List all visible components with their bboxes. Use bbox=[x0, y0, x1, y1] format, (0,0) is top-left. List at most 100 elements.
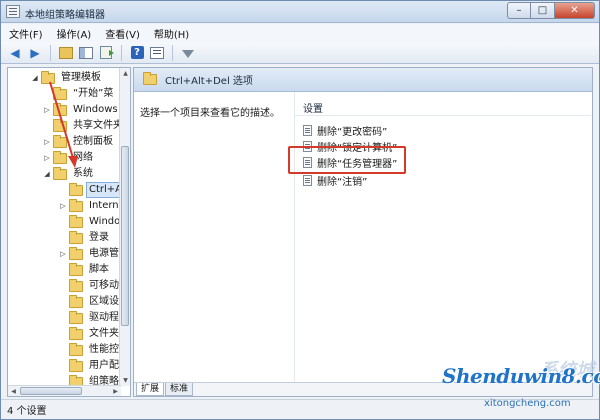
toolbar-separator bbox=[172, 44, 173, 61]
tree-expander-icon[interactable]: ▷ bbox=[42, 154, 52, 162]
minimize-button[interactable]: – bbox=[507, 2, 531, 19]
scroll-right-arrow-icon[interactable]: ▶ bbox=[110, 386, 121, 396]
folder-icon bbox=[69, 182, 83, 196]
scroll-thumb[interactable] bbox=[121, 146, 129, 326]
tree-item[interactable]: ▷ 电源管 bbox=[58, 246, 122, 262]
folder-icon bbox=[69, 310, 83, 324]
tree-item-label: 电源管 bbox=[89, 248, 119, 259]
filter-button[interactable] bbox=[180, 45, 196, 61]
tree-expander-icon[interactable]: ◢ bbox=[30, 74, 40, 82]
up-folder-icon bbox=[59, 46, 73, 59]
scroll-up-arrow-icon[interactable]: ▲ bbox=[120, 68, 130, 79]
status-text: 4 个设置 bbox=[7, 406, 47, 417]
tree-item[interactable]: ▷ 网络 bbox=[42, 150, 96, 166]
tree-item[interactable]: ◢ 管理模板 bbox=[30, 70, 104, 86]
folder-icon bbox=[53, 118, 67, 132]
folder-icon bbox=[143, 72, 157, 85]
show-hide-tree-button[interactable] bbox=[78, 45, 94, 61]
tree-item[interactable]: 登录 bbox=[58, 230, 112, 246]
maximize-button[interactable]: □ bbox=[531, 2, 555, 19]
tree-item-label: 系统 bbox=[73, 168, 93, 179]
tree-expander-icon[interactable]: ▷ bbox=[58, 202, 68, 210]
details-pane: Ctrl+Alt+Del 选项 选择一个项目来查看它的描述。 设置 删除“更改密… bbox=[133, 67, 593, 397]
help-icon: ? bbox=[130, 46, 144, 59]
menu-file[interactable]: 文件(F) bbox=[9, 26, 43, 41]
tab-extended[interactable]: 扩展 bbox=[136, 383, 165, 396]
settings-list: 设置 删除“更改密码” 删除“锁定计算机” 删除“任务管理器” 删除“注销” bbox=[294, 92, 592, 392]
up-folder-button[interactable] bbox=[58, 45, 74, 61]
close-button[interactable]: ✕ bbox=[555, 2, 595, 19]
watermark-sub-text: xitongcheng.com bbox=[484, 398, 571, 409]
folder-icon bbox=[53, 102, 67, 116]
tree-item-label: 控制面板 bbox=[73, 136, 113, 147]
tree-item[interactable]: ▷ Intern bbox=[58, 198, 122, 214]
setting-remove-change-password[interactable]: 删除“更改密码” bbox=[303, 122, 387, 138]
site-watermark: 系统城 Shenduwin8.com xitongcheng.com bbox=[430, 354, 600, 418]
watermark-main-text: Shenduwin8.com bbox=[442, 364, 600, 388]
back-arrow-icon[interactable]: ◀ bbox=[7, 45, 23, 61]
tree-item[interactable]: ▷ Windows bbox=[42, 102, 121, 118]
properties-icon bbox=[150, 46, 164, 59]
setting-remove-logoff[interactable]: 删除“注销” bbox=[303, 172, 367, 188]
tree-item[interactable]: 驱动程 bbox=[58, 310, 122, 326]
properties-button[interactable] bbox=[149, 45, 165, 61]
scroll-left-arrow-icon[interactable]: ◀ bbox=[8, 386, 19, 396]
tree-item[interactable]: 区域设 bbox=[58, 294, 122, 310]
forward-arrow-icon[interactable]: ▶ bbox=[27, 45, 43, 61]
tree-expander-icon[interactable]: ◢ bbox=[42, 170, 52, 178]
tree-item-label: 管理模板 bbox=[61, 72, 101, 83]
tree-item-label: 可移动 bbox=[89, 280, 119, 291]
tree-item[interactable]: 文件夹 bbox=[58, 326, 122, 342]
tree-item[interactable]: 用户配 bbox=[58, 358, 122, 374]
tree-item[interactable]: Ctrl+A bbox=[58, 182, 126, 198]
tree-item-label: 性能控 bbox=[89, 344, 119, 355]
folder-icon bbox=[69, 214, 83, 228]
app-icon bbox=[6, 5, 20, 18]
folder-icon bbox=[69, 198, 83, 212]
folder-icon bbox=[53, 86, 67, 100]
menu-help[interactable]: 帮助(H) bbox=[154, 26, 189, 41]
tab-standard[interactable]: 标准 bbox=[165, 383, 194, 396]
tree-item-label: “开始”菜 bbox=[73, 88, 114, 99]
folder-icon bbox=[69, 358, 83, 372]
folder-icon bbox=[69, 230, 83, 244]
window-title: 本地组策略编辑器 bbox=[25, 10, 105, 21]
tree-item[interactable]: 脚本 bbox=[58, 262, 112, 278]
policy-setting-icon bbox=[303, 124, 312, 136]
tree-expander-icon[interactable]: ▷ bbox=[42, 138, 52, 146]
toolbar: ◀ ▶ ? bbox=[1, 42, 599, 64]
filter-icon bbox=[182, 49, 194, 58]
tree-item[interactable]: ◢ 系统 bbox=[42, 166, 96, 182]
tree-item-label: 文件夹 bbox=[89, 328, 119, 339]
policy-tree-pane[interactable]: ◢ 管理模板 “开始”菜 ▷ Windows 共享文件夹 ▷ 控制面板 ▷ 网络 ◢ 系统 Ctrl+A… bbox=[7, 67, 131, 397]
help-button[interactable]: ? bbox=[129, 45, 145, 61]
scroll-down-arrow-icon[interactable]: ▼ bbox=[120, 375, 130, 386]
tree-item[interactable]: ▷ 控制面板 bbox=[42, 134, 116, 150]
tree-item[interactable]: “开始”菜 bbox=[42, 86, 116, 102]
toolbar-separator bbox=[121, 44, 122, 61]
menu-action[interactable]: 操作(A) bbox=[57, 26, 92, 41]
tree-expander-icon[interactable]: ▷ bbox=[58, 250, 68, 258]
tree-item[interactable]: 共享文件夹 bbox=[42, 118, 126, 134]
export-list-button[interactable] bbox=[98, 45, 114, 61]
tree-item-label: Windows bbox=[73, 104, 118, 115]
tree-horizontal-scrollbar[interactable]: ◀ ▶ bbox=[8, 385, 121, 396]
tree-item-label: 脚本 bbox=[89, 264, 109, 275]
settings-column-header[interactable]: 设置 bbox=[295, 100, 591, 116]
folder-icon bbox=[69, 246, 83, 260]
tree-item[interactable]: 可移动 bbox=[58, 278, 122, 294]
folder-icon bbox=[69, 342, 83, 356]
tree-item-label: 登录 bbox=[89, 232, 109, 243]
folder-icon bbox=[53, 166, 67, 180]
toolbar-separator bbox=[50, 44, 51, 61]
tree-item[interactable]: 性能控 bbox=[58, 342, 122, 358]
tree-expander-icon[interactable]: ▷ bbox=[42, 106, 52, 114]
tree-item[interactable]: Windo bbox=[58, 214, 123, 230]
menu-view[interactable]: 查看(V) bbox=[105, 26, 140, 41]
title-bar[interactable]: 本地组策略编辑器 – □ ✕ bbox=[1, 1, 599, 23]
h-scroll-thumb[interactable] bbox=[20, 387, 82, 395]
tree-vertical-scrollbar[interactable]: ▲ ▼ bbox=[119, 68, 130, 386]
folder-icon bbox=[69, 262, 83, 276]
tree-item-label: 区域设 bbox=[89, 296, 119, 307]
details-title: Ctrl+Alt+Del 选项 bbox=[165, 76, 253, 87]
